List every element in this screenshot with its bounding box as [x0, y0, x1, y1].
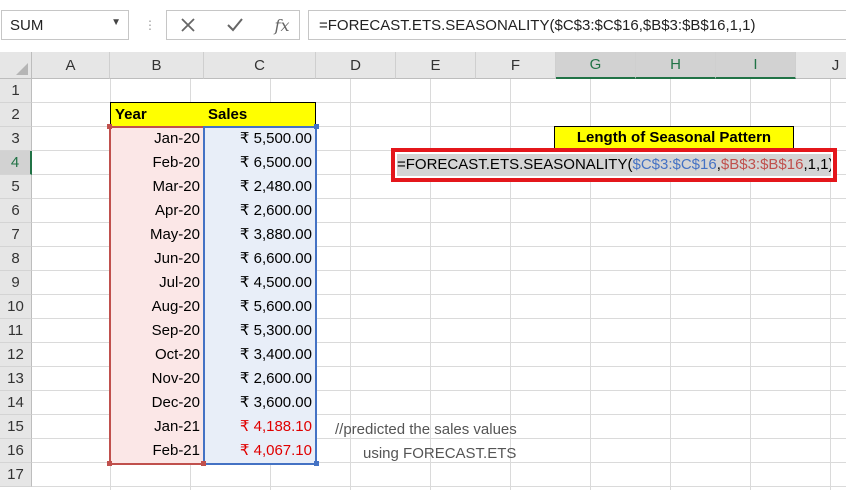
sales-cell[interactable]: ₹ 3,600.00 — [204, 391, 316, 415]
row-header-7[interactable]: 7 — [0, 223, 32, 247]
note-line-1: //predicted the sales values — [335, 421, 517, 438]
year-cell[interactable]: Oct-20 — [110, 343, 204, 367]
note-line-2: using FORECAST.ETS — [363, 445, 517, 462]
year-cell[interactable]: Sep-20 — [110, 319, 204, 343]
row-header-3[interactable]: 3 — [0, 127, 32, 151]
column-header-h[interactable]: H — [636, 52, 716, 79]
column-header-d[interactable]: D — [316, 52, 396, 79]
check-icon[interactable] — [215, 8, 255, 42]
seasonal-pattern-label[interactable]: Length of Seasonal Pattern — [554, 126, 794, 150]
range-handle[interactable] — [107, 124, 112, 129]
year-cell[interactable]: Jun-20 — [110, 247, 204, 271]
column-header-j[interactable]: J — [796, 52, 846, 79]
forecast-sales-cell[interactable]: ₹ 4,067.10 — [204, 439, 316, 463]
header-cell-sales[interactable]: Sales — [204, 102, 316, 127]
chevron-down-icon[interactable]: ▼ — [111, 17, 121, 28]
cell-formula: =FORECAST.ETS.SEASONALITY($C$3:$C$16,$B$… — [397, 154, 831, 176]
close-icon[interactable] — [168, 8, 208, 42]
column-header-c[interactable]: C — [204, 52, 316, 79]
row-header-11[interactable]: 11 — [0, 319, 32, 343]
header-cell-year[interactable]: Year — [110, 102, 204, 127]
year-cell[interactable]: Jul-20 — [110, 271, 204, 295]
sales-cell[interactable]: ₹ 5,500.00 — [204, 127, 316, 151]
row-header-9[interactable]: 9 — [0, 271, 32, 295]
row-header-1[interactable]: 1 — [0, 79, 32, 103]
year-cell[interactable]: Dec-20 — [110, 391, 204, 415]
sales-cell[interactable]: ₹ 2,480.00 — [204, 175, 316, 199]
year-cell[interactable]: Apr-20 — [110, 199, 204, 223]
sales-cell[interactable]: ₹ 2,600.00 — [204, 199, 316, 223]
row-header-4[interactable]: 4 — [0, 151, 32, 175]
name-box-value: SUM — [10, 17, 44, 34]
year-cell[interactable]: Aug-20 — [110, 295, 204, 319]
range-handle[interactable] — [107, 461, 112, 466]
column-header-e[interactable]: E — [396, 52, 476, 79]
sales-cell[interactable]: ₹ 6,500.00 — [204, 151, 316, 175]
sales-cell[interactable]: ₹ 2,600.00 — [204, 367, 316, 391]
sales-cell[interactable]: ₹ 5,600.00 — [204, 295, 316, 319]
year-cell[interactable]: Mar-20 — [110, 175, 204, 199]
range-handle[interactable] — [201, 461, 206, 466]
column-header-a[interactable]: A — [32, 52, 110, 79]
formula-suffix: ,1,1) — [803, 156, 831, 173]
formula-text: =FORECAST.ETS.SEASONALITY($C$3:$C$16,$B$… — [319, 17, 756, 34]
row-header-2[interactable]: 2 — [0, 103, 32, 127]
row-header-15[interactable]: 15 — [0, 415, 32, 439]
row-header-17[interactable]: 17 — [0, 463, 32, 487]
formula-prefix: =FORECAST.ETS.SEASONALITY( — [397, 156, 633, 173]
formula-bar: SUM ▼ ⋮ fx =FORECAST.ETS.SEASONALITY($C$… — [0, 0, 846, 53]
year-cell[interactable]: Jan-20 — [110, 127, 204, 151]
column-header-i[interactable]: I — [716, 52, 796, 79]
row-header-14[interactable]: 14 — [0, 391, 32, 415]
row-header-6[interactable]: 6 — [0, 199, 32, 223]
column-header-b[interactable]: B — [110, 52, 204, 79]
sales-cell[interactable]: ₹ 6,600.00 — [204, 247, 316, 271]
formula-ref-values: $C$3:$C$16 — [632, 156, 717, 173]
cell-edit-box[interactable]: =FORECAST.ETS.SEASONALITY($C$3:$C$16,$B$… — [391, 148, 837, 182]
formula-input[interactable]: =FORECAST.ETS.SEASONALITY($C$3:$C$16,$B$… — [308, 10, 846, 40]
name-box[interactable]: SUM ▼ — [1, 10, 129, 40]
forecast-sales-cell[interactable]: ₹ 4,188.10 — [204, 415, 316, 439]
insert-function-button[interactable]: fx — [262, 8, 302, 42]
range-handle[interactable] — [314, 124, 319, 129]
row-header-10[interactable]: 10 — [0, 295, 32, 319]
sales-cell[interactable]: ₹ 5,300.00 — [204, 319, 316, 343]
sales-cell[interactable]: ₹ 3,400.00 — [204, 343, 316, 367]
year-cell[interactable]: May-20 — [110, 223, 204, 247]
year-cell[interactable]: Feb-20 — [110, 151, 204, 175]
range-handle[interactable] — [314, 461, 319, 466]
year-cell[interactable]: Feb-21 — [110, 439, 204, 463]
sales-cell[interactable]: ₹ 4,500.00 — [204, 271, 316, 295]
sales-cell[interactable]: ₹ 3,880.00 — [204, 223, 316, 247]
drag-handle-icon[interactable]: ⋮ — [144, 18, 156, 32]
column-header-g[interactable]: G — [556, 52, 636, 79]
row-header-16[interactable]: 16 — [0, 439, 32, 463]
row-header-12[interactable]: 12 — [0, 343, 32, 367]
formula-ref-timeline: $B$3:$B$16 — [720, 156, 804, 173]
column-header-f[interactable]: F — [476, 52, 556, 79]
row-header-13[interactable]: 13 — [0, 367, 32, 391]
year-cell[interactable]: Jan-21 — [110, 415, 204, 439]
row-header-8[interactable]: 8 — [0, 247, 32, 271]
select-all-button[interactable] — [0, 52, 32, 79]
row-header-5[interactable]: 5 — [0, 175, 32, 199]
fx-label: fx — [274, 15, 290, 35]
year-cell[interactable]: Nov-20 — [110, 367, 204, 391]
